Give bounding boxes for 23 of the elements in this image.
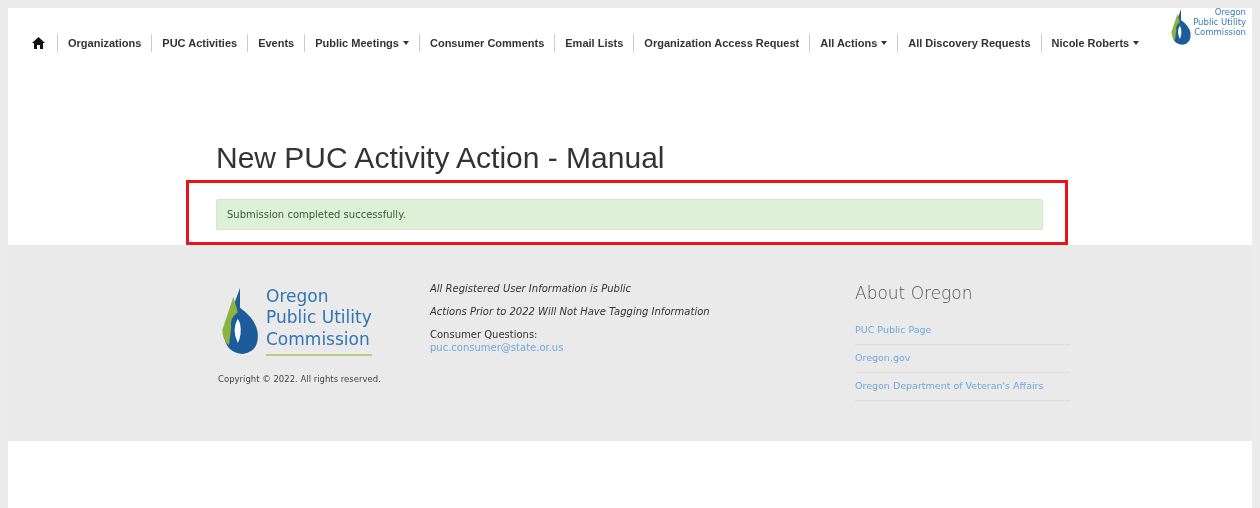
nav-link[interactable]: Email Lists	[555, 37, 634, 49]
logo-text: Oregon Public Utility Commission	[266, 286, 372, 356]
nav-link[interactable]: Consumer Comments	[419, 37, 555, 49]
home-icon	[32, 37, 45, 49]
notice-text: Actions Prior to 2022 Will Not Have Tagging Information	[430, 305, 711, 319]
page-title: New PUC Activity Action - Manual	[216, 140, 666, 176]
copyright-text: Copyright © 2022. All rights reserved.	[218, 373, 382, 386]
success-alert: Submission completed successfully.	[216, 199, 1043, 230]
caret-icon	[1133, 41, 1140, 45]
logo-text: Oregon Public Utility Commission	[1193, 8, 1246, 38]
caret-icon	[402, 41, 409, 45]
section-heading: About Oregon	[855, 282, 974, 305]
nav-link[interactable]: Organization Access Request	[634, 37, 810, 49]
dropdown-menu-link[interactable]: All Actions	[810, 37, 898, 49]
contact-label: Consumer Questions:	[430, 328, 539, 342]
notice-text: All Registered User Information is Public	[430, 282, 633, 296]
nav-link[interactable]: Events	[248, 37, 305, 49]
nav-link[interactable]: Organizations	[58, 37, 152, 49]
nav-link[interactable]: PUC Activities	[152, 37, 248, 49]
nav-link[interactable]: All Discovery Requests	[898, 37, 1041, 49]
dropdown-menu-link[interactable]: Public Meetings	[305, 37, 419, 49]
dropdown-menu-link[interactable]: Nicole Roberts	[1041, 37, 1150, 49]
caret-icon	[881, 41, 888, 45]
